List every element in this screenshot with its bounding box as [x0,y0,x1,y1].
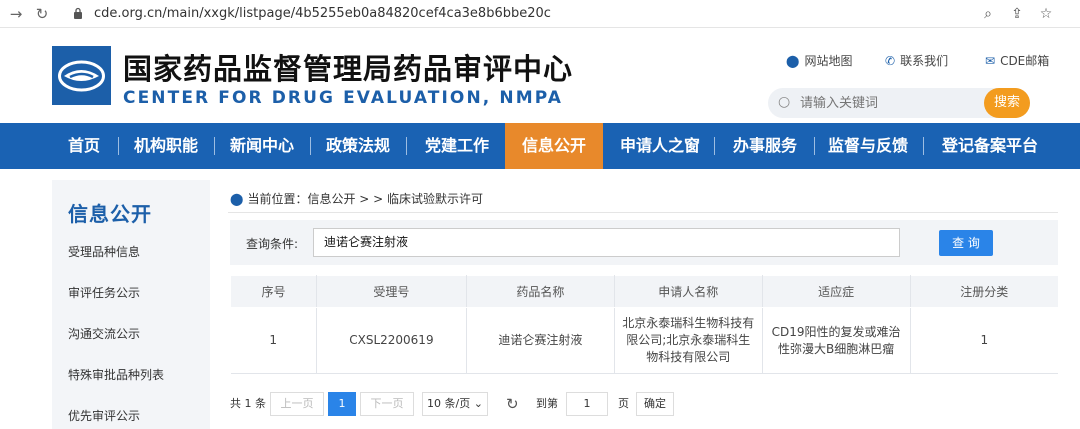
page-number-button[interactable]: 1 [328,392,356,416]
nav-divider [406,137,407,155]
table-cell: CD19阳性的复发或难治性弥漫大B细胞淋巴瘤 [762,307,911,374]
nav-divider [923,137,924,155]
column-header: 药品名称 [465,275,615,308]
contact-link[interactable]: ✆ 联系我们 [885,52,948,69]
site-title: 国家药品监督管理局药品审评中心 [123,52,574,86]
lock-icon [74,7,82,19]
mail-icon: ✉ [985,54,996,68]
page-unit-label: 页 [618,397,629,410]
site-subtitle: CENTER FOR DRUG EVALUATION, NMPA [123,88,563,108]
query-button[interactable]: 查 询 [939,230,993,256]
phone-icon: ✆ [885,54,896,68]
nav-item-feedback[interactable]: 监督与反馈 [820,123,916,169]
location-pin-icon: ⬤ [786,54,800,68]
nav-item-applicant[interactable]: 申请人之窗 [612,123,708,169]
nav-item-home[interactable]: 首页 [56,123,112,169]
table-cell: 迪诺仑赛注射液 [466,307,615,374]
logo-emblem-icon [52,46,111,105]
sidebar-item-review-tasks[interactable]: 审评任务公示 [68,284,140,301]
nav-divider [814,137,815,155]
divider [228,212,1058,213]
left-sidebar: 信息公开 受理品种信息 审评任务公示 沟通交流公示 特殊审批品种列表 优先审评公… [52,180,210,429]
page-size-label: 10 条/页 [427,397,471,410]
page-size-select[interactable]: 10 条/页 ⌄ [422,392,488,416]
sidebar-item-communication[interactable]: 沟通交流公示 [68,325,140,342]
table-header-row: 序号 受理号 药品名称 申请人名称 适应症 注册分类 [230,275,1058,308]
nav-divider [118,137,119,155]
sidebar-item-special-approval[interactable]: 特殊审批品种列表 [68,366,164,383]
table-cell: 1 [230,307,317,374]
query-label: 查询条件: [246,237,299,251]
bookmark-star-icon[interactable]: ☆ [1036,4,1056,24]
breadcrumb-text: 当前位置：信息公开 > > 临床试验默示许可 [247,192,483,206]
column-header: 申请人名称 [613,275,763,308]
table-cell: CXSL2200619 [316,307,467,374]
chevron-down-icon: ⌄ [473,397,483,410]
column-header: 适应症 [761,275,911,308]
nav-divider [714,137,715,155]
sitemap-label: 网站地图 [804,54,853,68]
nav-item-party[interactable]: 党建工作 [412,123,502,169]
site-header: 国家药品监督管理局药品审评中心 CENTER FOR DRUG EVALUATI… [0,28,1080,123]
next-page-button[interactable]: 下一页 [360,392,414,416]
reload-icon[interactable]: ↻ [32,4,52,24]
nav-item-news[interactable]: 新闻中心 [220,123,304,169]
nav-divider [310,137,311,155]
table-cell: 北京永泰瑞科生物科技有限公司;北京永泰瑞科生物科技有限公司 [614,307,763,374]
column-header: 序号 [230,275,317,308]
search-icon: ○ [778,94,791,110]
mail-link[interactable]: ✉ CDE邮箱 [985,52,1049,69]
nav-item-registration[interactable]: 登记备案平台 [930,123,1050,169]
keyword-search-input[interactable] [800,92,980,114]
share-icon[interactable]: ⇪ [1007,4,1027,24]
browser-toolbar: → ↻ cde.org.cn/main/xxgk/listpage/4b5255… [0,0,1080,28]
main-nav: 首页 机构职能 新闻中心 政策法规 党建工作 信息公开 申请人之窗 办事服务 监… [0,123,1080,169]
location-pin-icon: ⬤ [230,192,244,206]
sidebar-title: 信息公开 [68,202,152,226]
total-count: 共 1 条 [230,397,266,410]
nav-item-services[interactable]: 办事服务 [720,123,810,169]
goto-page-input[interactable]: 1 [566,392,608,416]
sitemap-link[interactable]: ⬤ 网站地图 [786,52,852,69]
cde-logo[interactable] [52,46,111,105]
nav-item-policy[interactable]: 政策法规 [316,123,400,169]
zoom-icon[interactable]: ⌕ [978,4,998,24]
column-header: 注册分类 [909,275,1058,308]
search-button[interactable]: 搜索 [984,88,1030,118]
table-cell: 1 [910,307,1058,374]
sidebar-item-priority-review[interactable]: 优先审评公示 [68,407,140,424]
mail-label: CDE邮箱 [1000,54,1050,68]
back-icon[interactable]: → [6,4,26,24]
breadcrumb: ⬤ 当前位置：信息公开 > > 临床试验默示许可 [230,190,483,207]
nav-divider [214,137,215,155]
sidebar-item-accepted[interactable]: 受理品种信息 [68,243,140,260]
query-input[interactable]: 迪诺仑赛注射液 [313,228,900,257]
goto-label: 到第 [536,397,558,410]
query-panel: 查询条件: 迪诺仑赛注射液 查 询 [230,220,1058,265]
nav-item-functions[interactable]: 机构职能 [124,123,208,169]
nav-item-info-public[interactable]: 信息公开 [505,123,603,169]
table-row[interactable]: 1 CXSL2200619 迪诺仑赛注射液 北京永泰瑞科生物科技有限公司;北京永… [230,307,1058,374]
contact-label: 联系我们 [900,54,949,68]
results-table: 序号 受理号 药品名称 申请人名称 适应症 注册分类 1 CXSL2200619… [230,275,1058,374]
confirm-button[interactable]: 确定 [636,392,674,416]
prev-page-button[interactable]: 上一页 [270,392,324,416]
column-header: 受理号 [315,275,467,308]
address-bar[interactable]: cde.org.cn/main/xxgk/listpage/4b5255eb0a… [94,4,551,24]
refresh-icon[interactable]: ↻ [506,392,519,416]
